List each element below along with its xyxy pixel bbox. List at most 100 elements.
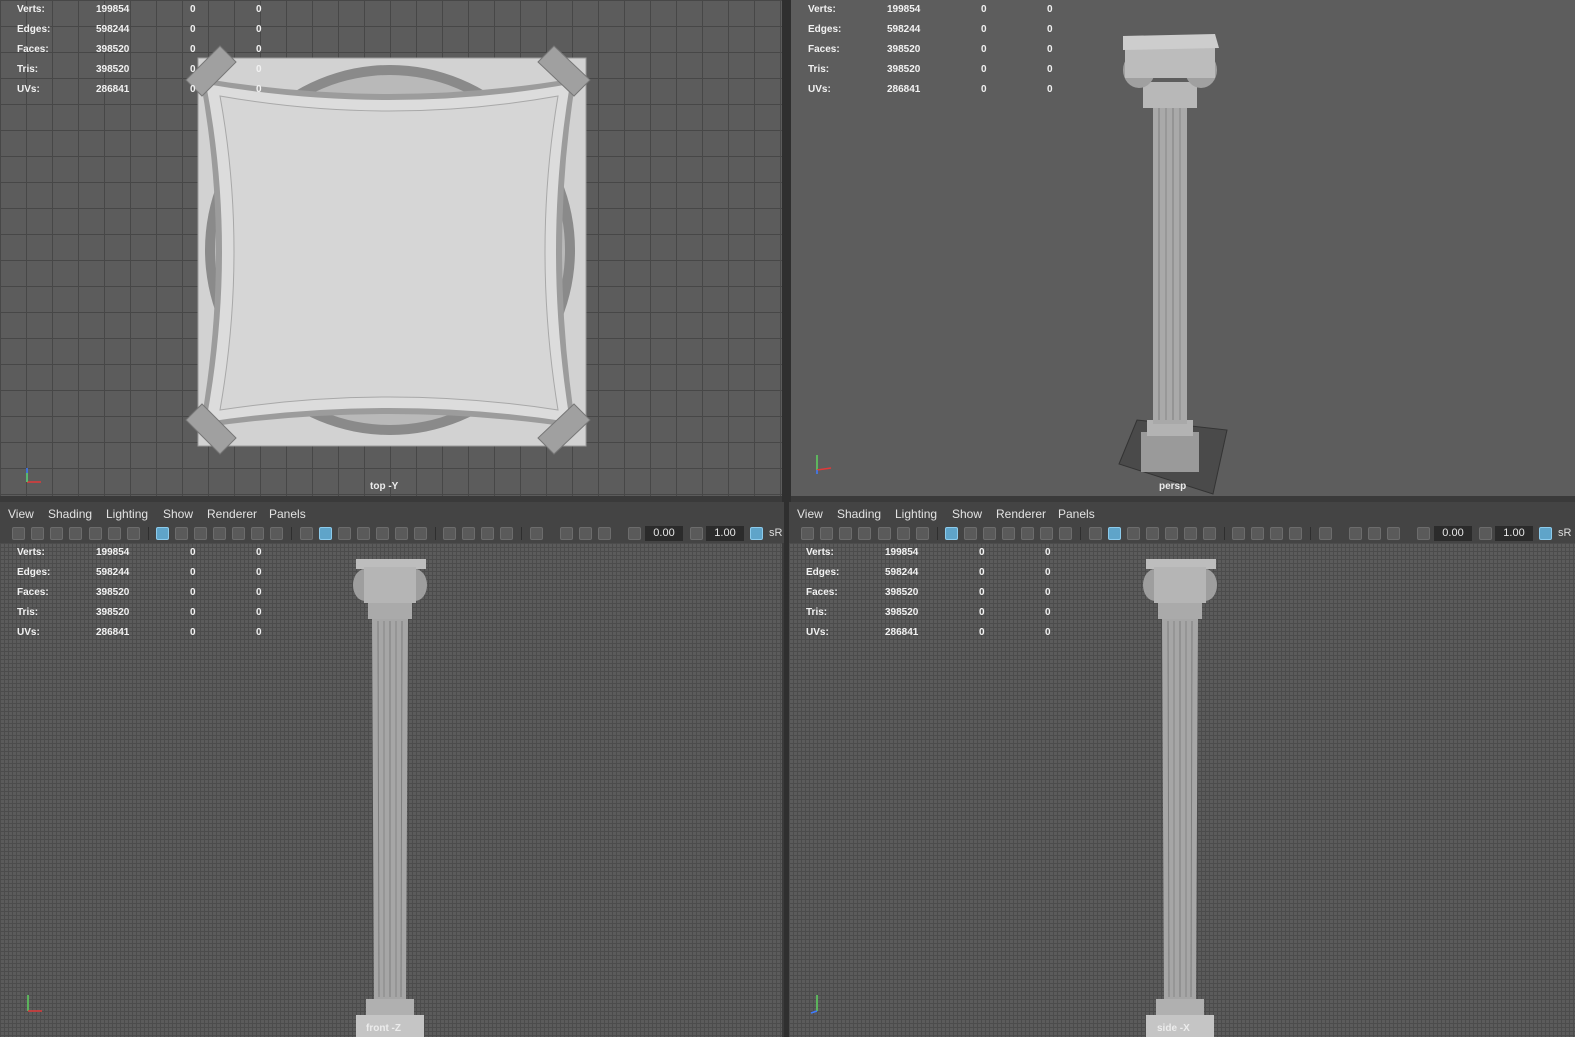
stat-label: Faces: — [806, 587, 838, 598]
view-transform-label[interactable]: sR — [1558, 527, 1571, 539]
screen-space-ao-icon[interactable] — [443, 527, 456, 540]
default-material-icon[interactable] — [1127, 527, 1140, 540]
gate-mask-icon[interactable] — [213, 527, 226, 540]
menu-lighting[interactable]: Lighting — [106, 507, 148, 521]
gamma-field[interactable]: 1.00 — [706, 526, 744, 541]
motion-blur-icon[interactable] — [462, 527, 475, 540]
camera-attributes-icon[interactable] — [31, 527, 44, 540]
lights-icon[interactable] — [395, 527, 408, 540]
camera-select-icon[interactable] — [801, 527, 814, 540]
menu-view[interactable]: View — [8, 507, 34, 521]
safe-action-icon[interactable] — [251, 527, 264, 540]
bookmark-icon[interactable] — [50, 527, 63, 540]
shadows-icon[interactable] — [1203, 527, 1216, 540]
gate-mask-icon[interactable] — [1002, 527, 1015, 540]
default-material-icon[interactable] — [338, 527, 351, 540]
menu-shading[interactable]: Shading — [48, 507, 92, 521]
wireframe-on-shaded-icon[interactable] — [357, 527, 370, 540]
viewport-side[interactable]: Verts: 199854 0 0 Edges: 598244 0 0 Faces: 3985… — [789, 543, 1575, 1037]
grease-pencil-icon[interactable] — [89, 527, 102, 540]
smooth-shade-icon[interactable] — [319, 527, 332, 540]
stat-value: 398520 — [96, 44, 130, 55]
stat-row-uvs: UVs: 286841 0 0 — [791, 80, 1071, 100]
textured-icon[interactable] — [376, 527, 389, 540]
menu-panels[interactable]: Panels — [1058, 507, 1095, 521]
column-persp-view[interactable] — [1111, 28, 1231, 496]
isolate-select-icon[interactable] — [1319, 527, 1332, 540]
anti-aliasing-icon[interactable] — [481, 527, 494, 540]
menu-renderer[interactable]: Renderer — [207, 507, 257, 521]
grid-toggle-icon[interactable] — [156, 527, 169, 540]
stat-value: 0 — [256, 627, 262, 638]
depth-of-field-icon[interactable] — [1289, 527, 1302, 540]
camera-select-icon[interactable] — [12, 527, 25, 540]
safe-action-icon[interactable] — [1040, 527, 1053, 540]
menu-renderer[interactable]: Renderer — [996, 507, 1046, 521]
film-gate-icon[interactable] — [964, 527, 977, 540]
column-side-view[interactable] — [1142, 559, 1218, 1037]
xray-joints-icon[interactable] — [1368, 527, 1381, 540]
wireframe-icon[interactable] — [1089, 527, 1102, 540]
image-plane-icon[interactable] — [858, 527, 871, 540]
stat-value: 0 — [1047, 44, 1053, 55]
color-management-icon[interactable] — [750, 527, 763, 540]
safe-title-icon[interactable] — [270, 527, 283, 540]
exposure-icon[interactable] — [1417, 527, 1430, 540]
lights-icon[interactable] — [1184, 527, 1197, 540]
depth-of-field-icon[interactable] — [500, 527, 513, 540]
menu-panels[interactable]: Panels — [269, 507, 306, 521]
2d-pan-zoom-icon[interactable] — [108, 527, 121, 540]
gamma-field[interactable]: 1.00 — [1495, 526, 1533, 541]
viewport-divider[interactable] — [782, 0, 791, 502]
exposure-field[interactable]: 0.00 — [1434, 526, 1472, 541]
menu-view[interactable]: View — [797, 507, 823, 521]
backface-culling-icon[interactable] — [1387, 527, 1400, 540]
color-management-icon[interactable] — [1539, 527, 1552, 540]
xray-icon[interactable] — [560, 527, 573, 540]
menu-show[interactable]: Show — [163, 507, 193, 521]
wireframe-on-shaded-icon[interactable] — [1146, 527, 1159, 540]
grid-toggle-icon[interactable] — [945, 527, 958, 540]
wireframe-icon[interactable] — [300, 527, 313, 540]
viewport-front[interactable]: Verts: 199854 0 0 Edges: 598244 0 0 Faces: 3985… — [0, 543, 782, 1037]
isolate-select-icon[interactable] — [530, 527, 543, 540]
camera-attributes-icon[interactable] — [820, 527, 833, 540]
stat-value: 0 — [190, 627, 196, 638]
column-front-view[interactable] — [352, 559, 428, 1037]
film-gate-icon[interactable] — [175, 527, 188, 540]
gamma-icon[interactable] — [1479, 527, 1492, 540]
paint-icon[interactable] — [127, 527, 140, 540]
stat-label: Faces: — [17, 44, 49, 55]
motion-blur-icon[interactable] — [1251, 527, 1264, 540]
exposure-field[interactable]: 0.00 — [645, 526, 683, 541]
xray-joints-icon[interactable] — [579, 527, 592, 540]
bookmark-icon[interactable] — [839, 527, 852, 540]
exposure-icon[interactable] — [628, 527, 641, 540]
field-chart-icon[interactable] — [1021, 527, 1034, 540]
screen-space-ao-icon[interactable] — [1232, 527, 1245, 540]
textured-icon[interactable] — [1165, 527, 1178, 540]
gamma-icon[interactable] — [690, 527, 703, 540]
resolution-gate-icon[interactable] — [983, 527, 996, 540]
safe-title-icon[interactable] — [1059, 527, 1072, 540]
smooth-shade-icon[interactable] — [1108, 527, 1121, 540]
grease-pencil-icon[interactable] — [878, 527, 891, 540]
field-chart-icon[interactable] — [232, 527, 245, 540]
2d-pan-zoom-icon[interactable] — [897, 527, 910, 540]
shadows-icon[interactable] — [414, 527, 427, 540]
viewport-top[interactable]: Verts: 199854 0 0 Edges: 598244 0 0 Faces: 3985… — [0, 0, 782, 496]
menu-show[interactable]: Show — [952, 507, 982, 521]
viewport-persp[interactable]: Verts: 199854 0 0 Edges: 598244 0 0 Faces: 3985… — [791, 0, 1575, 496]
menu-shading[interactable]: Shading — [837, 507, 881, 521]
anti-aliasing-icon[interactable] — [1270, 527, 1283, 540]
stat-value: 0 — [256, 44, 262, 55]
stat-row-faces: Faces: 398520 0 0 — [0, 583, 280, 603]
image-plane-icon[interactable] — [69, 527, 82, 540]
paint-icon[interactable] — [916, 527, 929, 540]
backface-culling-icon[interactable] — [598, 527, 611, 540]
view-transform-label[interactable]: sR — [769, 527, 782, 539]
resolution-gate-icon[interactable] — [194, 527, 207, 540]
capital-top-view[interactable] — [180, 40, 610, 460]
xray-icon[interactable] — [1349, 527, 1362, 540]
menu-lighting[interactable]: Lighting — [895, 507, 937, 521]
